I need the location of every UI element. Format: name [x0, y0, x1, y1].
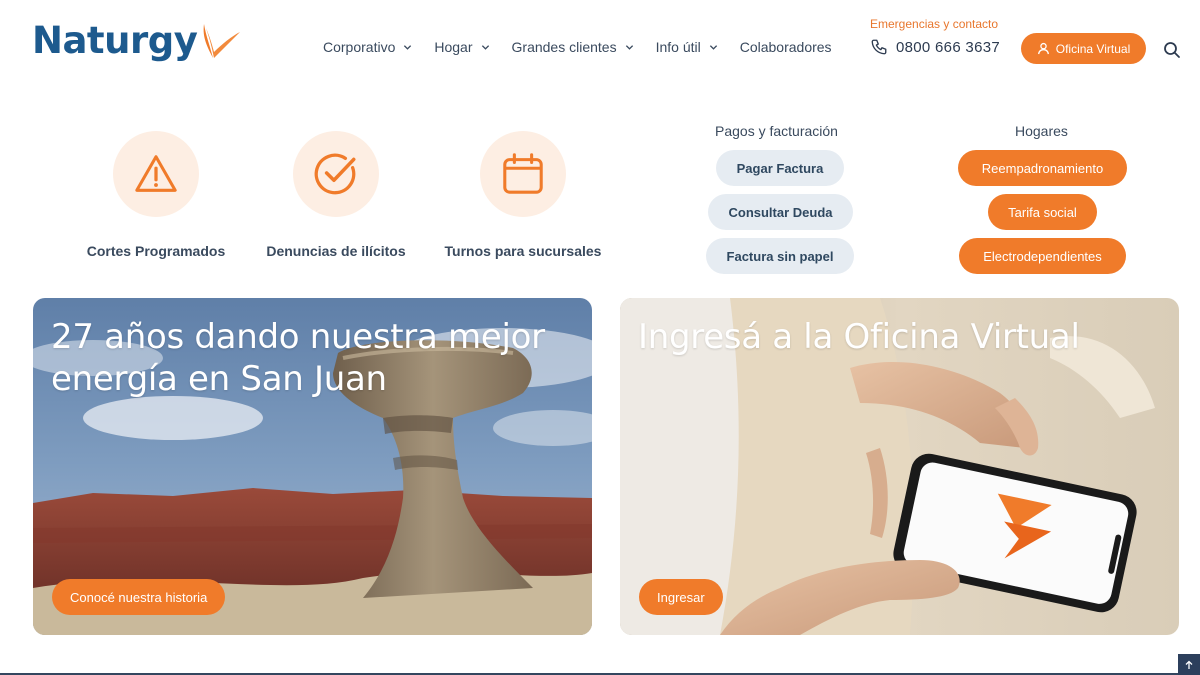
- calendar-icon: [503, 153, 543, 194]
- oficina-virtual-card-title: Ingresá a la Oficina Virtual: [638, 317, 1080, 357]
- historia-card: 27 años dando nuestra mejor energía en S…: [33, 298, 592, 635]
- phone-number: 0800 666 3637: [896, 38, 1000, 56]
- nav-item-info-util[interactable]: Info útil: [656, 39, 718, 55]
- quick-link-circle: [293, 131, 379, 217]
- nav-label: Grandes clientes: [511, 39, 617, 55]
- nav-label: Corporativo: [323, 39, 396, 55]
- nav-item-grandes-clientes[interactable]: Grandes clientes: [512, 39, 634, 55]
- oficina-virtual-label: Oficina Virtual: [1055, 41, 1131, 56]
- phone-link[interactable]: 0800 666 3637: [870, 38, 1000, 56]
- nav-label: Hogar: [434, 39, 473, 55]
- card-title-line: 27 años dando nuestra mejor: [51, 317, 545, 357]
- nav-item-hogar[interactable]: Hogar: [434, 39, 489, 55]
- oficina-virtual-card: Ingresá a la Oficina Virtual Ingresar: [620, 298, 1179, 635]
- main-nav: Corporativo Hogar Grandes clientes Info …: [323, 39, 832, 55]
- nav-item-corporativo[interactable]: Corporativo: [323, 39, 412, 55]
- reempadronamiento-button[interactable]: Reempadronamiento: [958, 150, 1127, 186]
- warning-icon: [135, 155, 177, 192]
- search-icon[interactable]: [1162, 40, 1182, 60]
- quick-link-circle: [480, 131, 566, 217]
- oficina-virtual-button[interactable]: Oficina Virtual: [1021, 33, 1146, 64]
- naturgy-logo[interactable]: Naturgy: [32, 19, 240, 62]
- quick-link-circle: [113, 131, 199, 217]
- conoce-nuestra-historia-button[interactable]: Conocé nuestra historia: [52, 579, 226, 615]
- ingresar-button[interactable]: Ingresar: [639, 579, 723, 615]
- chevron-down-icon: [625, 44, 633, 50]
- emergency-contact-link[interactable]: Emergencias y contacto: [870, 17, 998, 31]
- chevron-down-icon: [709, 44, 717, 50]
- nav-label: Info útil: [655, 39, 701, 55]
- nav-label: Colaboradores: [739, 39, 832, 55]
- quick-link-label: Turnos para sucursales: [444, 243, 602, 259]
- logo-wordmark: Naturgy: [32, 19, 198, 62]
- pagos-title: Pagos y facturación: [715, 123, 838, 139]
- scroll-to-top-button[interactable]: [1178, 654, 1200, 675]
- quick-link-denuncias[interactable]: Denuncias de ilícitos: [251, 131, 421, 259]
- check-circle-icon: [314, 153, 356, 195]
- factura-sin-papel-button[interactable]: Factura sin papel: [706, 238, 854, 274]
- chevron-down-icon: [481, 44, 489, 50]
- quick-link-turnos[interactable]: Turnos para sucursales: [438, 131, 608, 259]
- card-title-line: energía en San Juan: [51, 359, 387, 399]
- site-header: Naturgy Corporativo Hogar Grandes client…: [0, 0, 1200, 100]
- quick-link-cortes-programados[interactable]: Cortes Programados: [71, 131, 241, 259]
- historia-card-title: 27 años dando nuestra mejor energía en S…: [51, 316, 545, 400]
- nav-item-colaboradores[interactable]: Colaboradores: [740, 39, 832, 55]
- hogares-title: Hogares: [1015, 123, 1068, 139]
- pagar-factura-button[interactable]: Pagar Factura: [716, 150, 844, 186]
- electrodependientes-button[interactable]: Electrodependientes: [959, 238, 1126, 274]
- tarifa-social-button[interactable]: Tarifa social: [988, 194, 1097, 230]
- phone-icon: [871, 39, 887, 55]
- user-icon: [1037, 42, 1049, 55]
- quick-link-label: Cortes Programados: [86, 243, 226, 259]
- consultar-deuda-button[interactable]: Consultar Deuda: [708, 194, 853, 230]
- quick-link-label: Denuncias de ilícitos: [266, 243, 406, 259]
- arrow-up-icon: [1185, 660, 1193, 669]
- butterfly-logo-icon: [203, 24, 240, 58]
- chevron-down-icon: [404, 44, 412, 50]
